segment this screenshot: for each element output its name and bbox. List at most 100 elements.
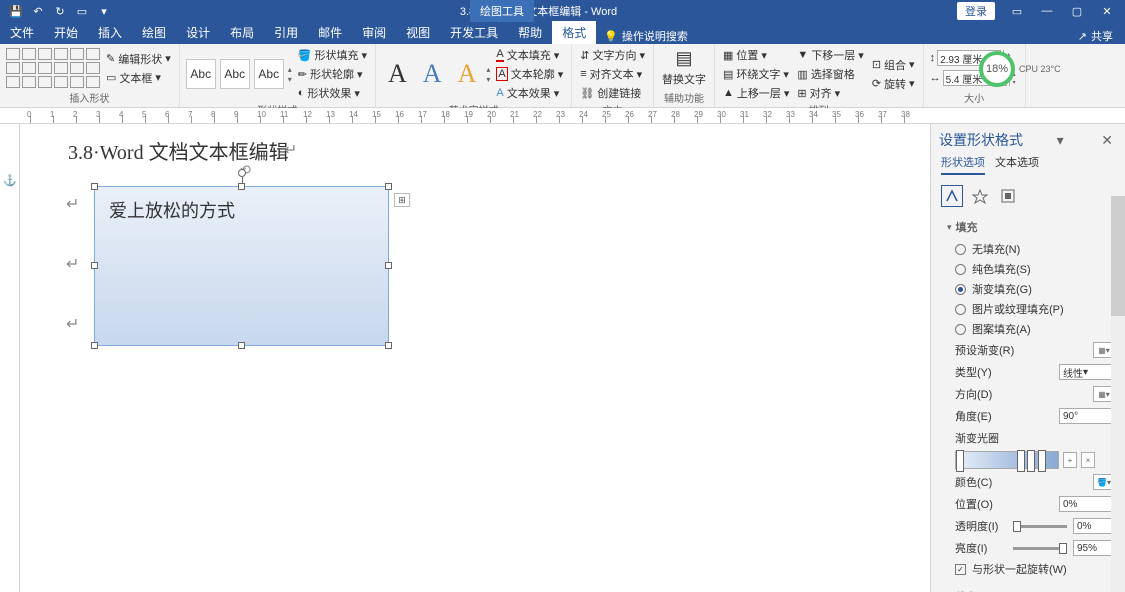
position-button[interactable]: ▦ 位置 ▾ — [721, 46, 791, 64]
close-icon[interactable]: ✕ — [1093, 1, 1121, 21]
alt-text-button[interactable]: 替换文字 — [660, 70, 708, 88]
ribbon-display-icon[interactable]: ▭ — [1003, 1, 1031, 21]
fill-line-icon[interactable] — [941, 185, 963, 207]
align-button[interactable]: ⊞ 对齐 ▾ — [795, 84, 865, 102]
send-backward-button[interactable]: ▼ 下移一层 ▾ — [795, 46, 865, 64]
text-effects-button[interactable]: A 文本效果 ▾ — [494, 84, 565, 102]
tab-home[interactable]: 开始 — [44, 21, 88, 44]
style-gallery-more-icon[interactable]: ▴▾ — [288, 65, 292, 84]
pane-tab-text[interactable]: 文本选项 — [995, 154, 1039, 175]
pane-scrollbar[interactable] — [1111, 196, 1125, 592]
rotate-with-shape-checkbox[interactable]: ✓与形状一起旋转(W) — [947, 559, 1115, 579]
shape-outline-button[interactable]: ✏ 形状轮廓 ▾ — [296, 65, 369, 83]
resize-handle[interactable] — [238, 342, 245, 349]
section-fill[interactable]: 填充 — [947, 215, 1115, 239]
tab-mailings[interactable]: 邮件 — [308, 21, 352, 44]
gradient-stop[interactable] — [1017, 450, 1025, 472]
pane-dropdown-icon[interactable]: ▾ — [1053, 132, 1068, 149]
tab-insert[interactable]: 插入 — [88, 21, 132, 44]
rotate-button[interactable]: ⟳ 旋转 ▾ — [870, 75, 917, 93]
shape-fill-button[interactable]: 🪣 形状填充 ▾ — [296, 46, 369, 64]
selection-pane-button[interactable]: ▥ 选择窗格 — [795, 65, 865, 83]
shape-style-preset[interactable]: Abc — [254, 59, 284, 89]
touch-icon[interactable]: ▭ — [72, 1, 92, 21]
gradient-stops-bar[interactable] — [955, 451, 1059, 469]
resize-handle[interactable] — [91, 183, 98, 190]
fill-pattern-radio[interactable]: 图案填充(A) — [947, 319, 1115, 339]
layout-icon[interactable] — [997, 185, 1019, 207]
login-button[interactable]: 登录 — [957, 2, 995, 20]
tell-me-search[interactable]: 💡 操作说明搜索 — [604, 28, 688, 44]
shape-gallery[interactable] — [6, 48, 100, 88]
text-fill-button[interactable]: A 文本填充 ▾ — [494, 46, 565, 64]
transparency-input[interactable]: 0% — [1073, 518, 1115, 534]
shape-style-preset[interactable]: Abc — [220, 59, 250, 89]
wordart-preset[interactable]: A — [452, 59, 483, 89]
textbox-content[interactable]: 爱上放松的方式 — [95, 187, 388, 233]
tab-file[interactable]: 文件 — [0, 21, 44, 44]
pane-close-icon[interactable]: ✕ — [1097, 132, 1117, 149]
brightness-input[interactable]: 95% — [1073, 540, 1115, 556]
fill-picture-radio[interactable]: 图片或纹理填充(P) — [947, 299, 1115, 319]
resize-handle[interactable] — [385, 183, 392, 190]
pane-tab-shape[interactable]: 形状选项 — [941, 154, 985, 175]
save-icon[interactable]: 💾 — [6, 1, 26, 21]
add-stop-icon[interactable]: + — [1063, 452, 1077, 468]
layout-options-icon[interactable]: ⊞ — [394, 193, 410, 207]
document-canvas[interactable]: 3.8·Word 文档文本框编辑 ↵ ⟲ ↵ ↵ ↵ 爱上放松的方式 ⊞ — [20, 124, 930, 592]
fill-gradient-radio[interactable]: 渐变填充(G) — [947, 279, 1115, 299]
tab-view[interactable]: 视图 — [396, 21, 440, 44]
wrap-text-button[interactable]: ▤ 环绕文字 ▾ — [721, 65, 791, 83]
shape-style-preset[interactable]: Abc — [186, 59, 216, 89]
position-input[interactable]: 0% — [1059, 496, 1115, 512]
align-text-button[interactable]: ≡ 对齐文本 ▾ — [578, 65, 647, 83]
section-line[interactable]: 线条 — [947, 585, 1115, 592]
gradient-stop[interactable] — [956, 450, 964, 472]
shape-effects-button[interactable]: ◐ 形状效果 ▾ — [296, 84, 369, 102]
undo-icon[interactable]: ↶ — [28, 1, 48, 21]
textbox-button[interactable]: ▭ 文本框 ▾ — [104, 69, 173, 87]
effects-icon[interactable] — [969, 185, 991, 207]
rotate-handle[interactable] — [238, 169, 246, 177]
resize-handle[interactable] — [385, 342, 392, 349]
edit-shape-button[interactable]: ✎ 编辑形状 ▾ — [104, 50, 173, 68]
minimize-icon[interactable]: — — [1033, 1, 1061, 21]
preset-label: 预设渐变(R) — [955, 342, 1014, 358]
tab-format[interactable]: 格式 — [552, 21, 596, 44]
tab-help[interactable]: 帮助 — [508, 21, 552, 44]
group-button[interactable]: ⊡ 组合 ▾ — [870, 56, 917, 74]
gradient-stop[interactable] — [1027, 450, 1035, 472]
horizontal-ruler[interactable]: 0123456789101112131415161718192021222324… — [0, 108, 1125, 124]
text-direction-button[interactable]: ⇵ 文字方向 ▾ — [578, 46, 647, 64]
wordart-preset[interactable]: A — [417, 59, 448, 89]
transparency-slider[interactable] — [1013, 525, 1067, 528]
resize-handle[interactable] — [91, 262, 98, 269]
tab-draw[interactable]: 绘图 — [132, 21, 176, 44]
wordart-more-icon[interactable]: ▴▾ — [486, 65, 490, 84]
remove-stop-icon[interactable]: × — [1081, 452, 1095, 468]
create-link-button[interactable]: ⛓ 创建链接 — [578, 84, 647, 102]
bring-forward-button[interactable]: ▲ 上移一层 ▾ — [721, 84, 791, 102]
qat-more-icon[interactable]: ▾ — [94, 1, 114, 21]
brightness-slider[interactable] — [1013, 547, 1067, 550]
wordart-preset[interactable]: A — [382, 59, 413, 89]
share-button[interactable]: ↗ 共享 — [1078, 28, 1113, 44]
text-box-shape[interactable]: 爱上放松的方式 ⊞ — [94, 186, 389, 346]
type-combo[interactable]: 线性 ▾ — [1059, 364, 1115, 380]
tab-developer[interactable]: 开发工具 — [440, 21, 508, 44]
tab-design[interactable]: 设计 — [176, 21, 220, 44]
tab-layout[interactable]: 布局 — [220, 21, 264, 44]
resize-handle[interactable] — [91, 342, 98, 349]
fill-none-radio[interactable]: 无填充(N) — [947, 239, 1115, 259]
resize-handle[interactable] — [385, 262, 392, 269]
tab-references[interactable]: 引用 — [264, 21, 308, 44]
resize-handle[interactable] — [238, 183, 245, 190]
maximize-icon[interactable]: ▢ — [1063, 1, 1091, 21]
fill-solid-radio[interactable]: 纯色填充(S) — [947, 259, 1115, 279]
gradient-stop[interactable] — [1038, 450, 1046, 472]
angle-input[interactable]: 90° — [1059, 408, 1115, 424]
text-outline-button[interactable]: A 文本轮廓 ▾ — [494, 65, 565, 83]
tab-review[interactable]: 审阅 — [352, 21, 396, 44]
vertical-ruler[interactable]: ⚓ — [0, 124, 20, 592]
redo-icon[interactable]: ↻ — [50, 1, 70, 21]
